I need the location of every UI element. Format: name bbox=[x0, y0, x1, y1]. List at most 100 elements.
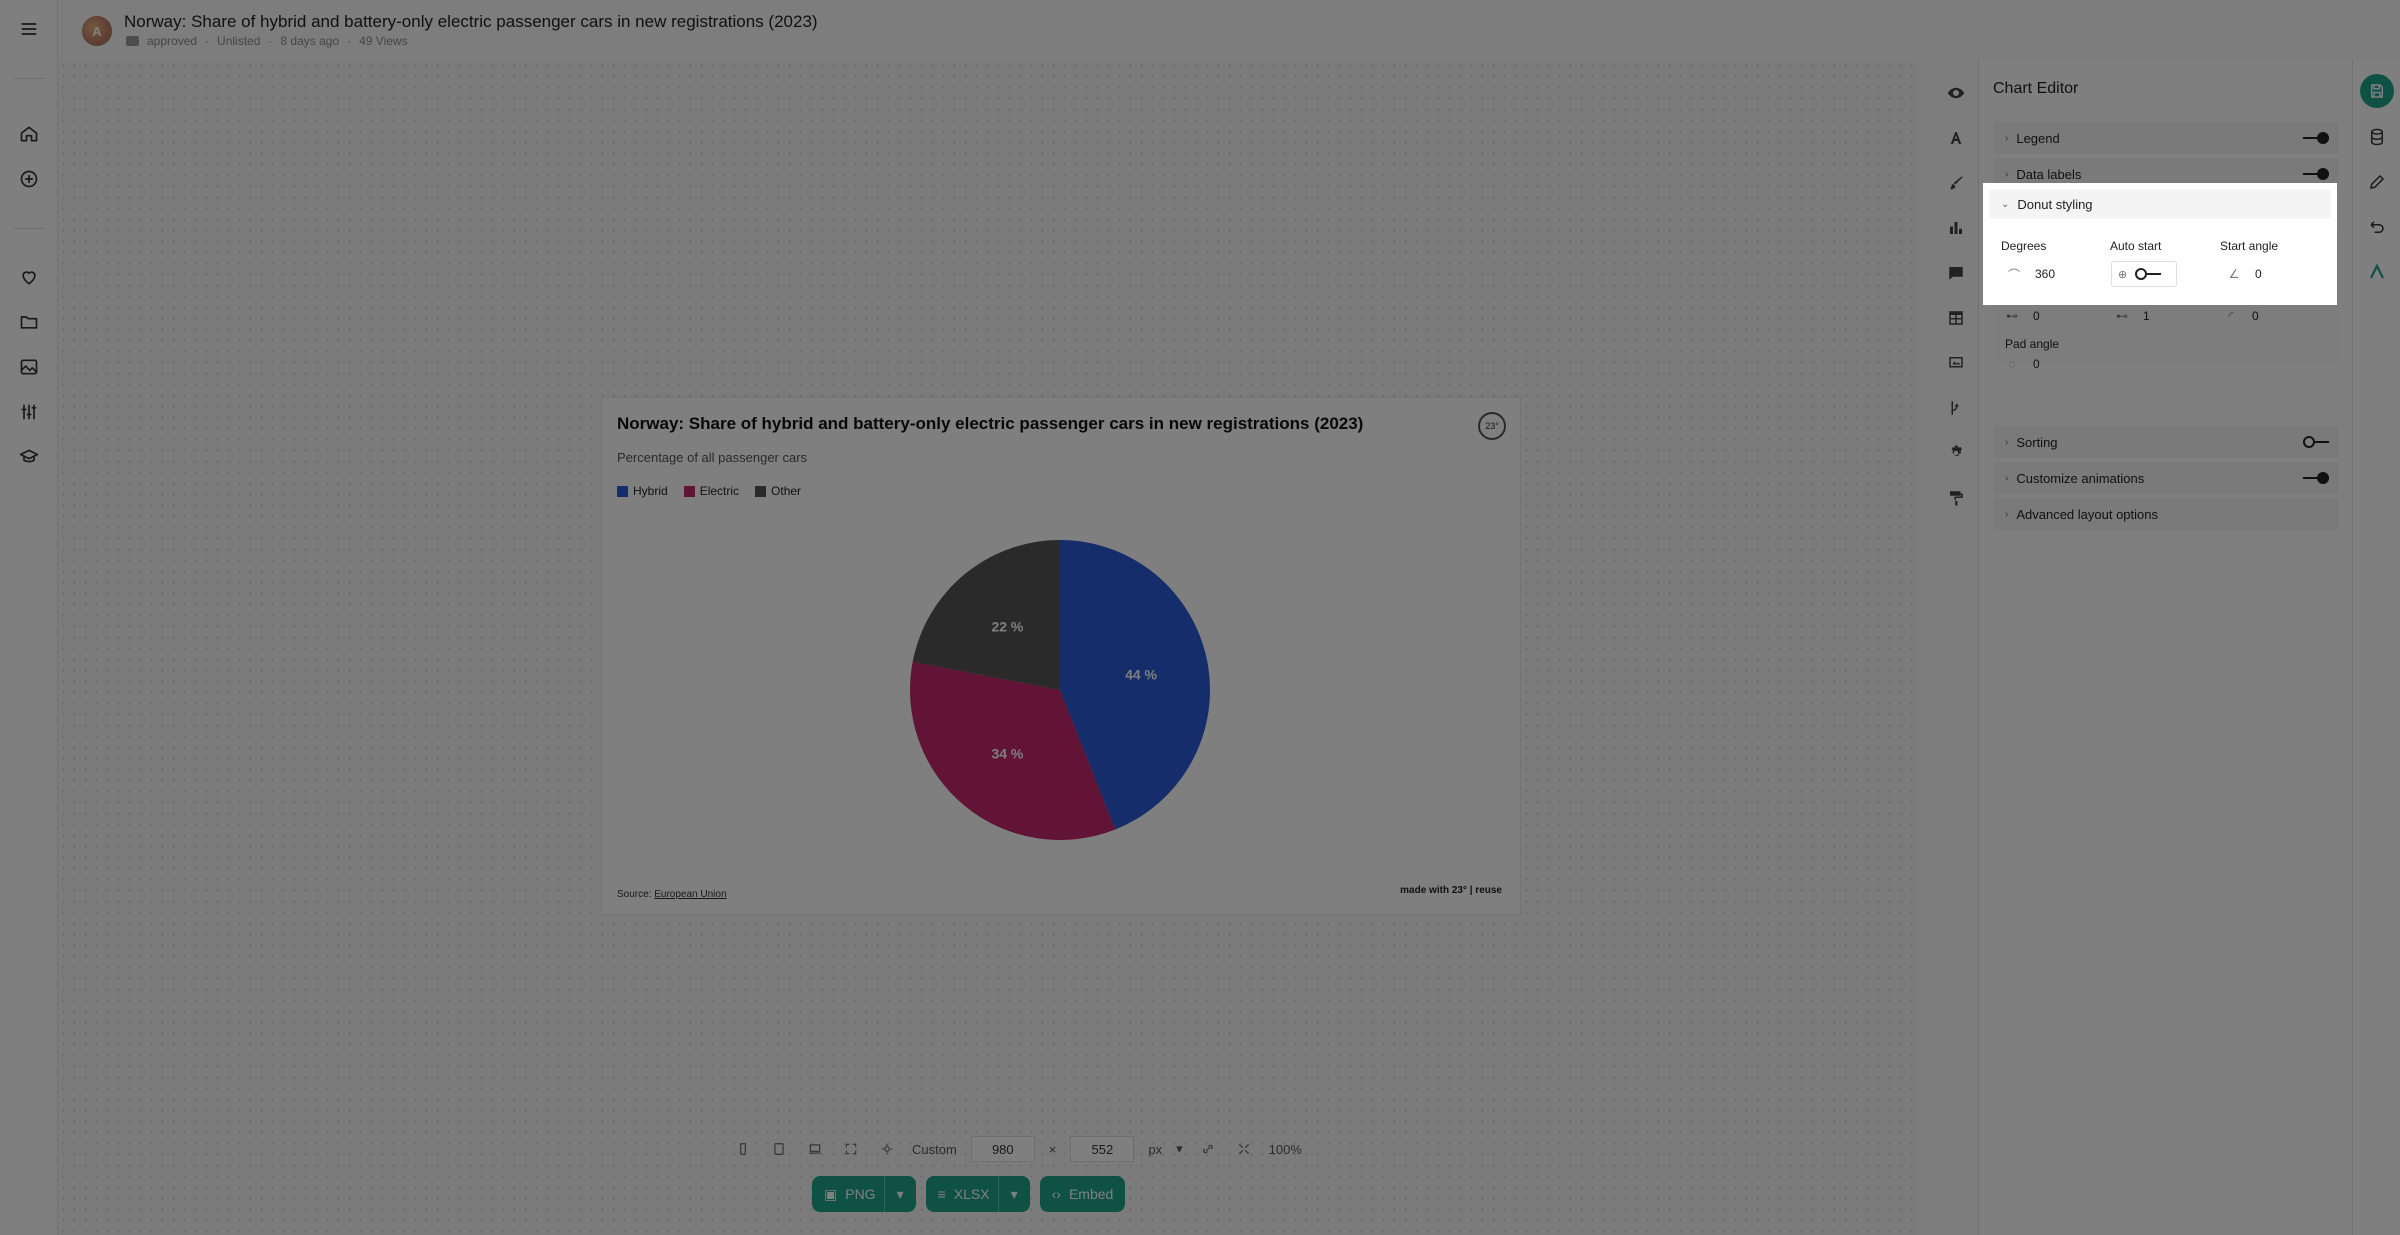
chevron-right-icon: › bbox=[2005, 132, 2009, 144]
zoom-level[interactable]: 100% bbox=[1269, 1142, 1302, 1157]
degrees-value: 360 bbox=[2035, 267, 2056, 281]
chevron-right-icon: › bbox=[2005, 472, 2009, 484]
chevron-down-icon: ⌄ bbox=[2001, 198, 2010, 210]
pencil-icon[interactable] bbox=[2362, 167, 2392, 197]
section-sorting[interactable]: › Sorting bbox=[1993, 426, 2339, 458]
embed-button[interactable]: ‹› Embed bbox=[1039, 1176, 1126, 1212]
chevron-down-icon[interactable]: ▾ bbox=[883, 1176, 904, 1212]
export-xlsx-button[interactable]: ≡ XLSX ▾ bbox=[925, 1176, 1030, 1212]
section-label: Customize animations bbox=[2016, 470, 2145, 486]
legend-toggle[interactable] bbox=[2303, 132, 2329, 144]
embed-label: Embed bbox=[1068, 1186, 1114, 1202]
undo-icon[interactable] bbox=[2362, 212, 2392, 242]
angle-icon: ∠ bbox=[2228, 267, 2240, 281]
pad-angle-value: 0 bbox=[2033, 357, 2040, 371]
user-avatar[interactable]: A bbox=[82, 16, 112, 46]
start-angle-label: Start angle bbox=[2220, 239, 2279, 253]
page-title[interactable]: Norway: Share of hybrid and battery-only… bbox=[124, 12, 818, 32]
tablet-view-icon[interactable] bbox=[768, 1138, 790, 1160]
section-animations[interactable]: › Customize animations bbox=[1993, 462, 2339, 494]
link-icon[interactable] bbox=[1197, 1138, 1219, 1160]
page-header: A Norway: Share of hybrid and battery-on… bbox=[58, 0, 2400, 60]
code-icon: ‹› bbox=[1051, 1186, 1061, 1202]
database-icon: ≡ bbox=[937, 1186, 946, 1202]
folder-icon[interactable] bbox=[14, 307, 44, 337]
heart-icon[interactable] bbox=[14, 262, 44, 292]
made-with-label[interactable]: made with 23° | reuse bbox=[1400, 885, 1502, 896]
meta-separator: · bbox=[347, 34, 352, 48]
export-xlsx-label: XLSX bbox=[953, 1186, 990, 1202]
meta-separator: · bbox=[205, 34, 210, 48]
chart-meta: approved · Unlisted · 8 days ago · 49 Vi… bbox=[126, 34, 408, 48]
unit-select[interactable]: px bbox=[1148, 1142, 1162, 1157]
chart-source: Source: European Union bbox=[617, 889, 727, 900]
chart-canvas: Norway: Share of hybrid and battery-only… bbox=[58, 60, 1918, 1235]
section-label: Advanced layout options bbox=[2016, 506, 2158, 522]
width-input[interactable]: 980 bbox=[970, 1136, 1035, 1162]
visibility-label: Unlisted bbox=[217, 34, 261, 48]
ai-assistant-icon[interactable] bbox=[2362, 257, 2392, 287]
brush-icon[interactable] bbox=[1943, 170, 1969, 196]
section-label: Sorting bbox=[2016, 434, 2058, 450]
outer-radius-icon: ⊷ bbox=[2116, 309, 2128, 323]
image-icon[interactable] bbox=[14, 352, 44, 382]
panel-title: Chart Editor bbox=[1993, 80, 2079, 97]
chevron-down-icon[interactable]: ▾ bbox=[997, 1176, 1018, 1212]
pie-data-label: 44 % bbox=[1125, 667, 1157, 683]
database-icon[interactable] bbox=[2362, 122, 2392, 152]
chevron-down-icon[interactable]: ▾ bbox=[1176, 1141, 1183, 1157]
inner-radius-value: 0 bbox=[2033, 309, 2040, 323]
paint-roller-icon[interactable] bbox=[1943, 485, 1969, 511]
save-icon[interactable] bbox=[2360, 74, 2394, 108]
graduation-cap-icon[interactable] bbox=[14, 442, 44, 472]
chart-card[interactable]: Norway: Share of hybrid and battery-only… bbox=[601, 397, 1521, 915]
export-png-button[interactable]: ▣ PNG ▾ bbox=[812, 1176, 916, 1212]
section-legend[interactable]: › Legend bbox=[1993, 122, 2339, 154]
settings-gear-icon[interactable] bbox=[876, 1138, 898, 1160]
right-action-strip bbox=[2352, 60, 2400, 1235]
chevron-right-icon: › bbox=[2005, 168, 2009, 180]
outer-radius-field[interactable]: ⊷ 1 bbox=[2115, 303, 2150, 329]
sorting-toggle[interactable] bbox=[2303, 436, 2329, 448]
animations-toggle[interactable] bbox=[2303, 472, 2329, 484]
home-icon[interactable] bbox=[14, 119, 44, 149]
pie-data-label: 22 % bbox=[991, 618, 1023, 634]
chevron-right-icon: › bbox=[2005, 508, 2009, 520]
menu-icon[interactable] bbox=[14, 14, 44, 44]
branch-icon[interactable] bbox=[1943, 395, 1969, 421]
sliders-icon[interactable] bbox=[14, 397, 44, 427]
left-nav-rail bbox=[0, 0, 58, 1235]
table-icon[interactable] bbox=[1943, 305, 1969, 331]
pad-angle-label: Pad angle bbox=[2005, 337, 2060, 351]
section-label: Donut styling bbox=[2017, 196, 2093, 212]
start-angle-field[interactable]: ∠ 0 bbox=[2227, 261, 2262, 287]
gear-icon[interactable] bbox=[1943, 440, 1969, 466]
inner-radius-field[interactable]: ⊷ 0 bbox=[2005, 303, 2040, 329]
degrees-field[interactable]: ⌒ 360 bbox=[2007, 261, 2055, 287]
pie-data-label: 34 % bbox=[991, 746, 1023, 762]
laptop-view-icon[interactable] bbox=[804, 1138, 826, 1160]
add-circle-icon[interactable] bbox=[14, 164, 44, 194]
avatar-initial: A bbox=[92, 23, 102, 39]
height-input[interactable]: 552 bbox=[1070, 1136, 1135, 1162]
fit-icon[interactable] bbox=[1233, 1138, 1255, 1160]
corner-radius-field[interactable]: ◜ 0 bbox=[2224, 303, 2259, 329]
pad-angle-field[interactable]: ◌ 0 bbox=[2005, 351, 2040, 377]
section-donut-styling[interactable]: ⌄ Donut styling bbox=[1989, 189, 2331, 219]
image-settings-icon[interactable] bbox=[1943, 350, 1969, 376]
auto-start-toggle-box[interactable]: ⊕ bbox=[2111, 261, 2177, 287]
auto-start-toggle[interactable] bbox=[2135, 268, 2162, 280]
data-labels-toggle[interactable] bbox=[2303, 168, 2329, 180]
text-icon[interactable] bbox=[1943, 125, 1969, 151]
views-label: 49 Views bbox=[359, 34, 408, 48]
source-link[interactable]: European Union bbox=[654, 889, 726, 900]
eye-icon[interactable] bbox=[1943, 80, 1969, 106]
section-label: Legend bbox=[2016, 130, 2060, 146]
size-preset[interactable]: Custom bbox=[912, 1142, 957, 1157]
section-advanced-layout[interactable]: › Advanced layout options bbox=[1993, 498, 2339, 530]
status-label: approved bbox=[147, 34, 198, 48]
fullscreen-icon[interactable] bbox=[840, 1138, 862, 1160]
mobile-view-icon[interactable] bbox=[732, 1138, 754, 1160]
comment-icon[interactable] bbox=[1943, 260, 1969, 286]
bar-chart-icon[interactable] bbox=[1943, 215, 1969, 241]
